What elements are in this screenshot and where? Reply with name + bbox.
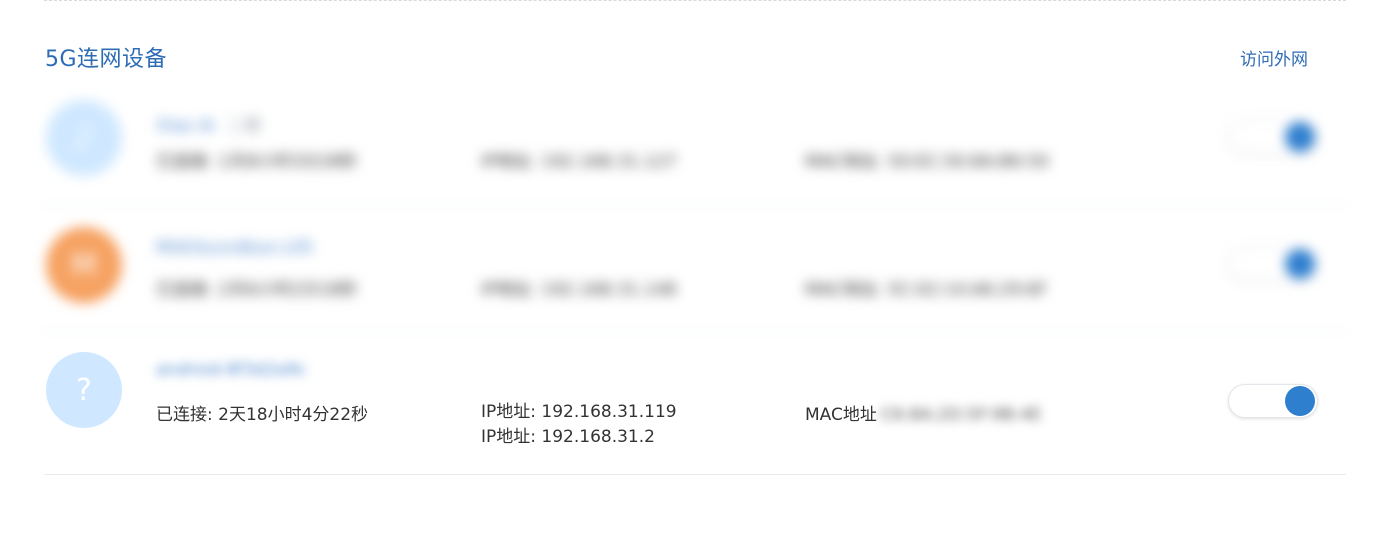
connected-duration: 已连接: 1天8小时3分28秒 xyxy=(156,152,358,172)
mac-address: MAC地址 C6:8A:2D:5F:9B:4E xyxy=(805,400,1042,425)
toggle-knob xyxy=(1285,249,1315,279)
device-name-text: android-8f3d2a9c xyxy=(156,360,307,380)
ip-address-list: IP地址: 192.168.31.119 IP地址: 192.168.31.2 xyxy=(481,400,677,450)
internet-access-toggle[interactable] xyxy=(1228,384,1318,418)
device-type-icon: M xyxy=(71,247,97,283)
mac-value: C6:8A:2D:5F:9B:4E xyxy=(880,405,1042,425)
mac-address: MAC地址: 5C:02:14:A6:29:6F xyxy=(805,280,1048,300)
device-row: ? android-8f3d2a9c 已连接: 2天18小时4分22秒 IP地址… xyxy=(44,330,1346,475)
device-name[interactable]: Xiao Ai 二楼 xyxy=(156,111,261,136)
connected-duration: 已连接: 2天18小时4分22秒 xyxy=(156,405,369,425)
ip-address: IP地址: 192.168.31.119 xyxy=(481,402,677,422)
ip-address: IP地址: 192.168.31.148 xyxy=(481,280,677,300)
internet-access-toggle[interactable] xyxy=(1228,120,1318,154)
device-name-text: Xiao Ai xyxy=(156,116,215,136)
section-title: 5G连网设备 xyxy=(45,47,168,72)
access-internet-link[interactable]: 访问外网 xyxy=(1240,45,1308,70)
device-row: M MiAiSoundbox-L05 已连接: 2天6小时2分18秒 IP地址:… xyxy=(44,205,1346,325)
bottom-divider xyxy=(44,474,1346,475)
device-avatar: ♪ xyxy=(46,100,122,176)
device-name[interactable]: MiAiSoundbox-L05 xyxy=(156,238,313,258)
top-divider xyxy=(44,0,1346,1)
toggle-knob xyxy=(1285,122,1315,152)
toggle-knob xyxy=(1285,386,1315,416)
ip-address: IP地址: 192.168.31.127 xyxy=(481,152,677,172)
mac-address: MAC地址: 50:EC:50:8A:B6:50 xyxy=(805,152,1049,172)
device-name-sub: 二楼 xyxy=(226,116,261,136)
device-type-icon: ♪ xyxy=(74,120,94,156)
connected-duration: 已连接: 2天6小时2分18秒 xyxy=(156,280,358,300)
device-avatar: M xyxy=(46,227,122,303)
device-avatar: ? xyxy=(46,352,122,428)
internet-access-toggle[interactable] xyxy=(1228,247,1318,281)
device-name[interactable]: android-8f3d2a9c xyxy=(156,360,306,380)
unknown-device-icon: ? xyxy=(76,372,92,408)
device-name-text: MiAiSoundbox-L05 xyxy=(156,238,314,258)
ip-address: IP地址: 192.168.31.2 xyxy=(481,427,655,447)
device-row: ♪ Xiao Ai 二楼 已连接: 1天8小时3分28秒 IP地址: 192.16… xyxy=(44,78,1346,198)
mac-label: MAC地址 xyxy=(805,405,877,425)
connected-devices-page: 5G连网设备 访问外网 ♪ Xiao Ai 二楼 已连接: 1天8小时3分28秒 … xyxy=(0,0,1374,539)
